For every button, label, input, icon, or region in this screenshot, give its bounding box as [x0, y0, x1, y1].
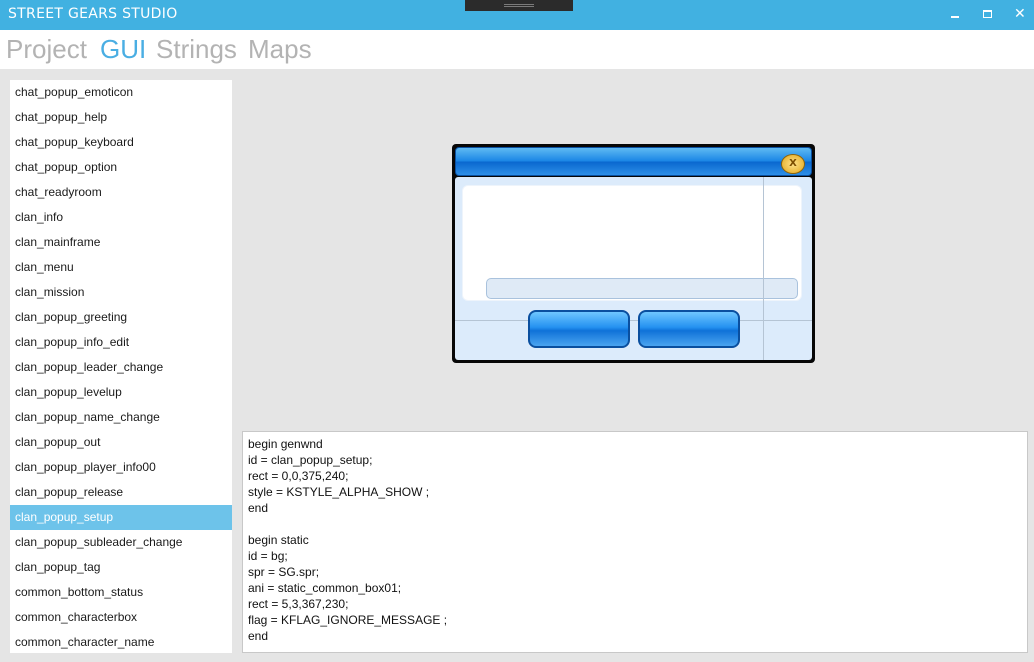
preview-button-left[interactable]	[528, 310, 630, 348]
list-item[interactable]: chat_popup_emoticon	[10, 80, 232, 105]
drag-handle[interactable]	[465, 0, 573, 11]
list-item[interactable]: clan_mission	[10, 280, 232, 305]
minimize-button[interactable]	[938, 0, 972, 30]
list-item[interactable]: chat_popup_option	[10, 155, 232, 180]
title-bar[interactable]: STREET GEARS STUDIO ✕	[0, 0, 1034, 30]
grip-line	[504, 4, 534, 5]
script-line: begin static	[248, 533, 309, 547]
guide-line-vertical	[763, 177, 764, 360]
list-item[interactable]: clan_popup_leader_change	[10, 355, 232, 380]
list-item[interactable]: chat_readyroom	[10, 180, 232, 205]
script-line: id = clan_popup_setup;	[248, 453, 373, 467]
tab-project[interactable]: Project	[6, 34, 87, 65]
list-item[interactable]: clan_mainframe	[10, 230, 232, 255]
list-item-selected[interactable]: clan_popup_setup	[10, 505, 232, 530]
list-item[interactable]: clan_popup_out	[10, 430, 232, 455]
preview-content-panel	[462, 185, 802, 301]
script-editor[interactable]: begin genwnd id = clan_popup_setup; rect…	[242, 431, 1028, 653]
minimize-icon	[951, 16, 959, 18]
script-line: rect = 0,0,375,240;	[248, 469, 349, 483]
maximize-icon	[983, 10, 992, 18]
x-circle-icon[interactable]: X	[781, 154, 805, 174]
gui-file-list[interactable]: chat_popup_emoticon chat_popup_help chat…	[10, 80, 232, 653]
tab-gui[interactable]: GUI	[100, 34, 146, 65]
main-nav: Project GUI Strings Maps	[0, 30, 1034, 69]
script-line: end	[248, 629, 269, 643]
list-item[interactable]: clan_popup_tag	[10, 555, 232, 580]
list-item[interactable]: clan_popup_subleader_change	[10, 530, 232, 555]
close-icon: ✕	[1014, 6, 1026, 22]
list-item[interactable]: chat_popup_keyboard	[10, 130, 232, 155]
list-item[interactable]: common_bottom_status	[10, 580, 232, 605]
list-item[interactable]: clan_popup_levelup	[10, 380, 232, 405]
preview-button-right[interactable]	[638, 310, 740, 348]
script-line: spr = SG.spr;	[248, 565, 320, 579]
script-line: ani = static_common_box01;	[248, 581, 402, 595]
preview-body	[455, 177, 812, 360]
script-line: end	[248, 501, 269, 515]
preview-text-field[interactable]	[486, 278, 798, 299]
script-line: style = KSTYLE_ALPHA_SHOW ;	[248, 485, 430, 499]
list-item[interactable]: clan_info	[10, 205, 232, 230]
script-line: flag = KFLAG_IGNORE_MESSAGE ;	[248, 613, 448, 627]
list-item[interactable]: clan_popup_info_edit	[10, 330, 232, 355]
list-item[interactable]: chat_popup_help	[10, 105, 232, 130]
script-line: begin genwnd	[248, 437, 323, 451]
tab-maps[interactable]: Maps	[248, 34, 312, 65]
close-button[interactable]: ✕	[1002, 0, 1034, 30]
guide-line-horizontal	[455, 320, 812, 321]
preview-header-bar: X	[455, 147, 812, 176]
list-item[interactable]: clan_popup_release	[10, 480, 232, 505]
list-item[interactable]: clan_menu	[10, 255, 232, 280]
list-item[interactable]: clan_popup_name_change	[10, 405, 232, 430]
list-item[interactable]: common_characterbox	[10, 605, 232, 630]
grip-line	[504, 6, 534, 7]
list-item[interactable]: common_character_name	[10, 630, 232, 653]
tab-strings[interactable]: Strings	[156, 34, 237, 65]
script-line: id = bg;	[248, 549, 288, 563]
list-item[interactable]: clan_popup_greeting	[10, 305, 232, 330]
script-line: rect = 5,3,367,230;	[248, 597, 349, 611]
app-title: STREET GEARS STUDIO	[8, 6, 178, 22]
list-item[interactable]: clan_popup_player_info00	[10, 455, 232, 480]
maximize-button[interactable]	[970, 0, 1004, 30]
gui-preview-dialog: X	[452, 144, 815, 363]
